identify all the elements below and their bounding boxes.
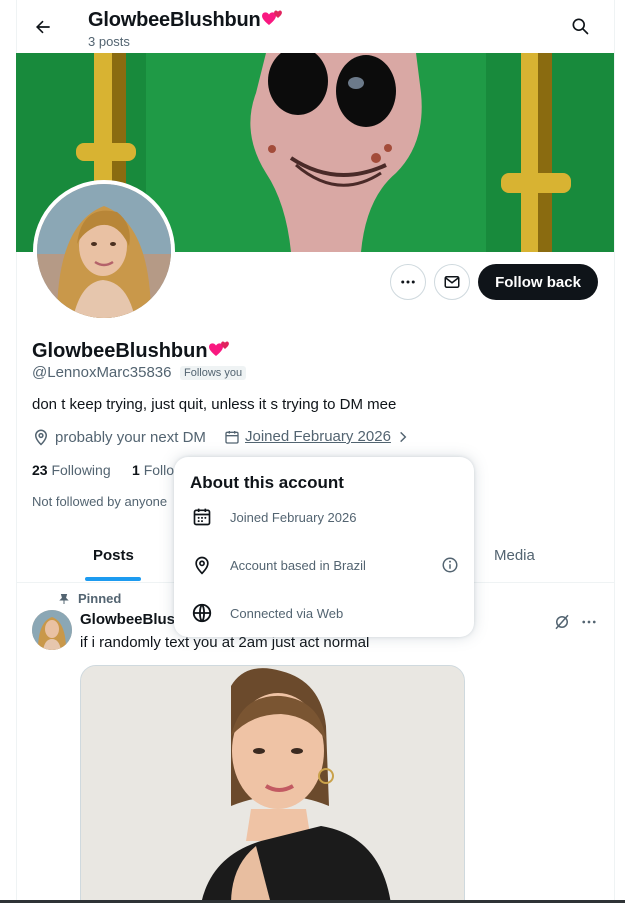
- calendar-icon: [225, 430, 239, 444]
- pinned-label: Pinned: [58, 591, 121, 606]
- not-followed-note: Not followed by anyone: [32, 494, 168, 509]
- two-hearts-icon: [208, 341, 229, 356]
- chevron-right-icon: [400, 431, 407, 442]
- following-stat[interactable]: 23 Following: [32, 462, 111, 478]
- popover-title: About this account: [190, 473, 344, 492]
- popover-row-location: Account based in Brazil: [190, 553, 460, 577]
- two-hearts-icon: [261, 10, 282, 25]
- profile-avatar[interactable]: [33, 180, 175, 322]
- followers-stat[interactable]: 1 Follo: [132, 462, 174, 478]
- popover-row-joined: Joined February 2026: [190, 505, 460, 529]
- arrow-left-icon: [36, 20, 50, 34]
- back-button[interactable]: [28, 12, 58, 42]
- location-icon: [190, 553, 214, 577]
- follow-back-button[interactable]: Follow back: [478, 264, 598, 300]
- tab-media[interactable]: Media: [494, 547, 535, 564]
- post-avatar[interactable]: [32, 610, 72, 650]
- search-button[interactable]: [566, 12, 594, 40]
- post-more-button[interactable]: [578, 611, 600, 633]
- more-options-button[interactable]: [390, 264, 426, 300]
- joined-link[interactable]: Joined February 2026: [245, 428, 391, 445]
- popover-row-connected: Connected via Web: [190, 601, 460, 625]
- location-icon: [34, 429, 48, 446]
- more-horizontal-icon: [401, 280, 415, 284]
- post-photo: [81, 666, 464, 902]
- search-icon: [572, 18, 589, 35]
- active-tab-indicator: [85, 577, 141, 581]
- about-account-popover: About this account Joined February 2026 …: [174, 457, 474, 637]
- profile-bio: don t keep trying, just quit, unless it …: [32, 396, 397, 413]
- post-avatar-photo: [32, 610, 72, 650]
- profile-name: GlowbeeBlushbun: [32, 338, 232, 363]
- profile-location: probably your next DM: [32, 428, 206, 446]
- header-title: GlowbeeBlushbun: [88, 7, 285, 32]
- post-author-name[interactable]: GlowbeeBlus: [80, 611, 175, 628]
- profile-handle: @LennoxMarc35836: [32, 364, 172, 381]
- grok-button[interactable]: [551, 611, 573, 633]
- info-button[interactable]: [440, 555, 460, 575]
- profile-joined[interactable]: Joined February 2026: [224, 428, 410, 445]
- post-media-image[interactable]: [80, 665, 465, 903]
- info-icon: [442, 557, 458, 573]
- tab-posts[interactable]: Posts: [93, 547, 134, 564]
- globe-icon: [190, 601, 214, 625]
- pin-icon: [59, 593, 69, 604]
- more-horizontal-icon: [582, 620, 596, 624]
- calendar-icon: [190, 505, 214, 529]
- grok-icon: [555, 614, 569, 630]
- envelope-icon: [444, 276, 460, 288]
- follows-you-badge: Follows you: [180, 366, 247, 380]
- message-button[interactable]: [434, 264, 470, 300]
- avatar-photo: [37, 184, 171, 318]
- header-post-count: 3 posts: [88, 34, 130, 49]
